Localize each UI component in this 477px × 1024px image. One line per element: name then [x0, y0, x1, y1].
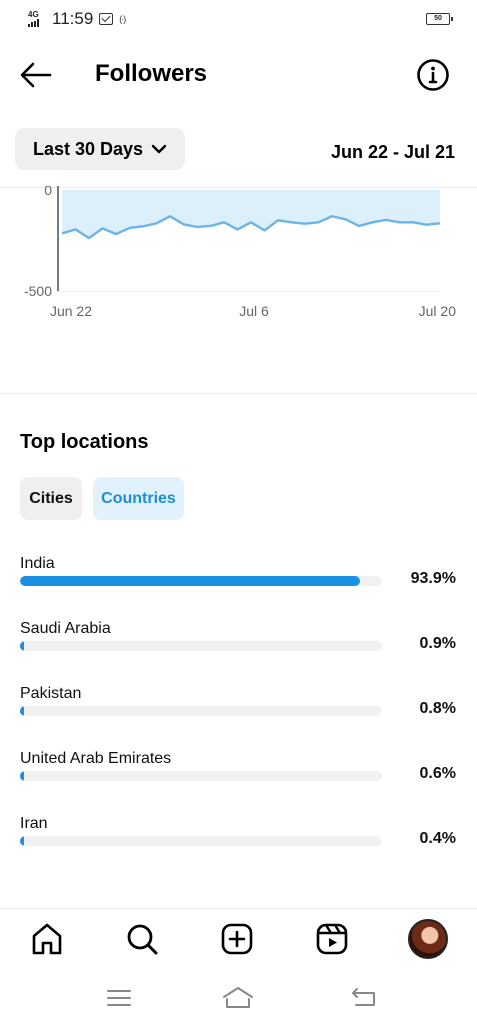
progress-track [20, 706, 382, 716]
search-icon[interactable] [122, 919, 162, 959]
followers-chart: 0 -500 Jun 22 Jul 6 Jul 20 [24, 186, 457, 319]
location-row: Iran 0.4% [20, 815, 457, 875]
location-name: United Arab Emirates [20, 750, 172, 767]
reels-icon[interactable] [312, 919, 352, 959]
location-row: United Arab Emirates 0.6% [20, 750, 457, 810]
location-name: Iran [20, 815, 48, 832]
header: Followers [0, 40, 477, 110]
profile-avatar[interactable] [408, 919, 448, 959]
location-row: Pakistan 0.8% [20, 685, 457, 745]
status-time: 11:59 [52, 9, 94, 28]
progress-fill [20, 836, 24, 846]
divider [0, 393, 477, 394]
bottom-nav [0, 908, 477, 970]
chart-x-tick-label: Jul 6 [239, 303, 269, 319]
location-name: Saudi Arabia [20, 620, 111, 637]
battery-icon: 50 [426, 13, 453, 25]
location-name: India [20, 555, 55, 572]
progress-track [20, 641, 382, 651]
top-locations-title: Top locations [20, 431, 149, 453]
location-row: Saudi Arabia 0.9% [20, 620, 457, 680]
status-bar: 4G 11:59 (·) 50 [0, 0, 477, 38]
tab-countries[interactable]: Countries [93, 477, 184, 520]
system-home-icon[interactable] [221, 983, 255, 1013]
date-range-dropdown[interactable]: Last 30 Days [15, 128, 185, 170]
date-range-text: Jun 22 - Jul 21 [330, 142, 455, 162]
info-icon[interactable] [416, 58, 450, 92]
progress-fill [20, 641, 24, 651]
home-icon[interactable] [27, 919, 67, 959]
progress-fill [20, 576, 360, 586]
status-left: 4G 11:59 (·) [28, 9, 126, 29]
chevron-down-icon [151, 144, 167, 154]
chart-y-tick-label: -500 [24, 283, 52, 299]
tab-cities[interactable]: Cities [20, 477, 82, 520]
chart-y-tick-label: 0 [44, 186, 52, 198]
network-label: 4G [28, 10, 39, 19]
location-percent: 0.6% [419, 765, 456, 782]
location-percent: 0.8% [419, 700, 456, 717]
location-tabs: Cities Countries [20, 477, 184, 520]
page-title: Followers [95, 60, 208, 87]
progress-fill [20, 771, 24, 781]
location-name: Pakistan [20, 685, 82, 702]
signal-icon: 4G [28, 11, 46, 27]
hotspot-icon: (·) [119, 14, 126, 24]
date-range-dropdown-label: Last 30 Days [32, 138, 144, 159]
location-percent: 0.4% [419, 830, 456, 847]
create-icon[interactable] [217, 919, 257, 959]
system-nav [0, 975, 477, 1024]
progress-track [20, 771, 382, 781]
back-arrow-icon[interactable] [18, 58, 54, 92]
location-percent: 0.9% [419, 635, 456, 652]
mail-notification-icon [99, 13, 114, 25]
location-percent: 93.9% [410, 570, 456, 587]
progress-track [20, 836, 382, 846]
system-back-icon[interactable] [347, 983, 381, 1013]
location-row: India 93.9% [20, 555, 457, 615]
chart-x-tick-label: Jul 20 [419, 303, 457, 319]
progress-fill [20, 706, 24, 716]
menu-icon[interactable] [102, 983, 136, 1013]
chart-x-tick-label: Jun 22 [50, 303, 92, 319]
progress-track [20, 576, 382, 586]
